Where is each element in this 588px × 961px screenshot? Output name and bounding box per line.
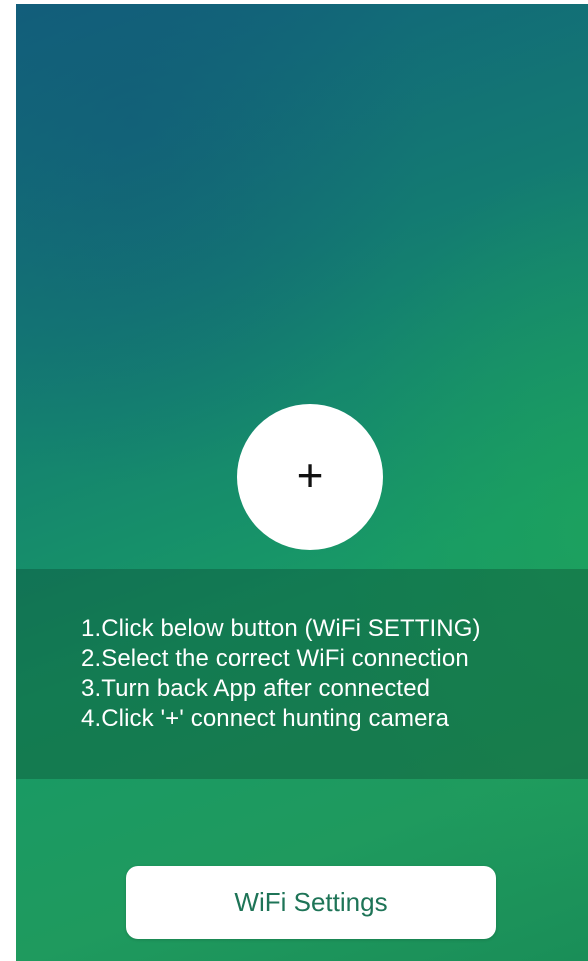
add-camera-button[interactable]: + (237, 404, 383, 550)
instruction-step-4: 4.Click '+' connect hunting camera (81, 705, 450, 732)
instructions-panel: 1.Click below button (WiFi SETTING) 2.Se… (16, 569, 588, 779)
wifi-connect-screen: + 1.Click below button (WiFi SETTING) 2.… (16, 4, 588, 961)
instruction-step-2: 2.Select the correct WiFi connection (81, 645, 469, 672)
instruction-step-1: 1.Click below button (WiFi SETTING) (81, 615, 481, 642)
plus-icon: + (296, 449, 324, 501)
instruction-step-3: 3.Turn back App after connected (81, 675, 431, 702)
instructions-list: 1.Click below button (WiFi SETTING) 2.Se… (81, 614, 481, 734)
wifi-settings-button[interactable]: WiFi Settings (126, 866, 496, 939)
